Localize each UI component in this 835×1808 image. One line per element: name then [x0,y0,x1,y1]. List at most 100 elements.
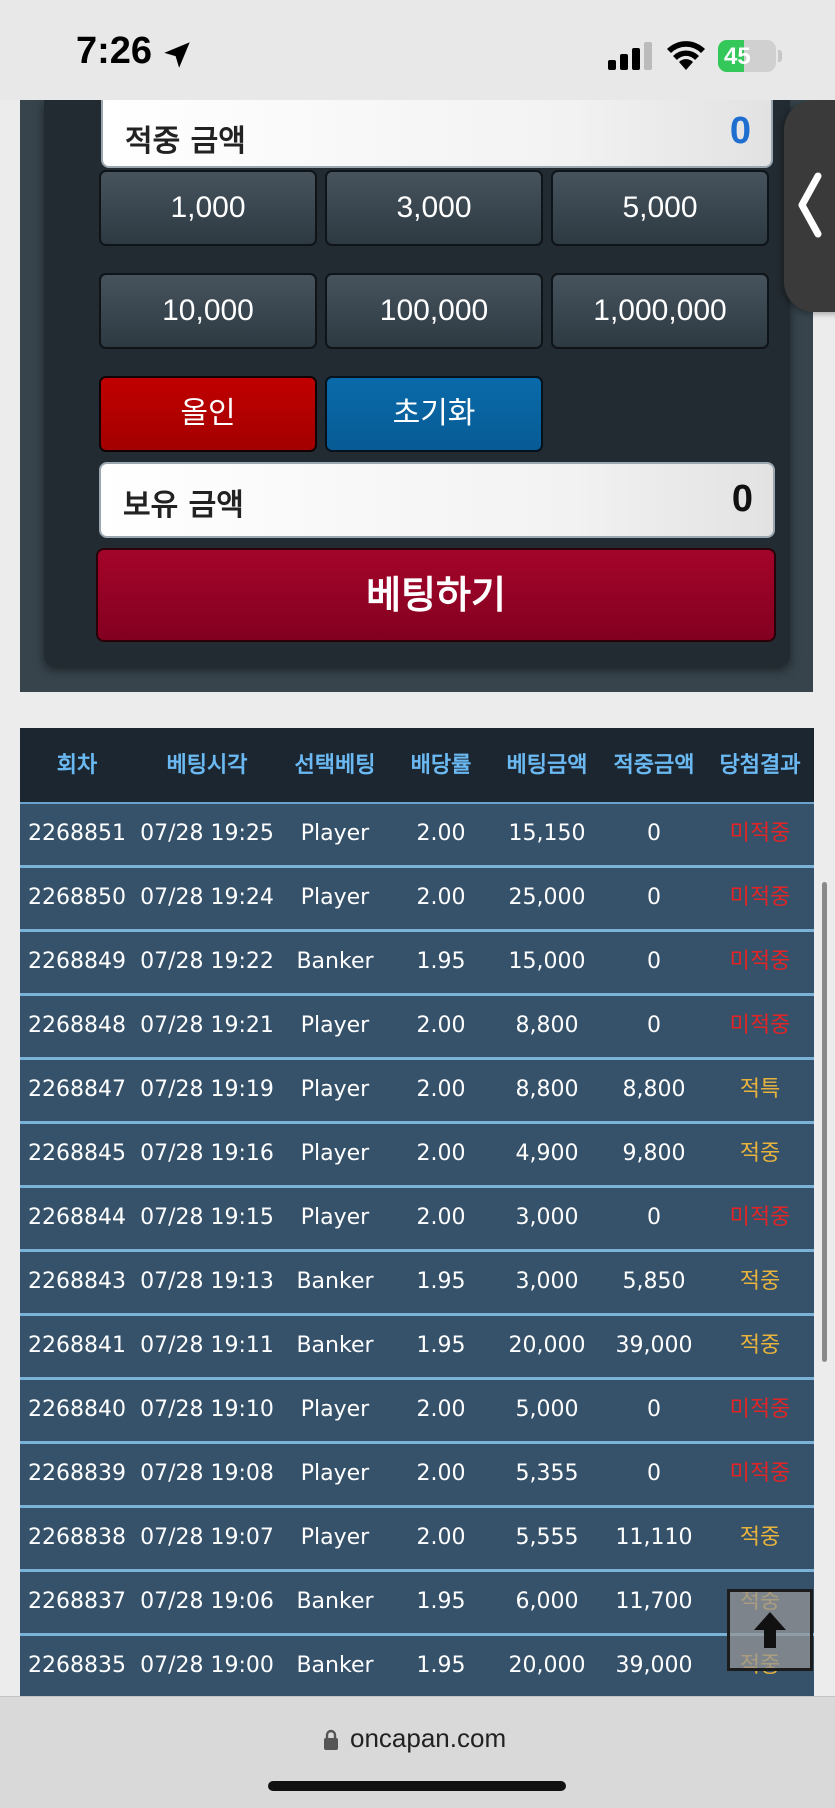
selection-cell: Banker [296,949,374,974]
bet-amount-cell: 6,000 [515,1589,579,1614]
chip-button-5000[interactable]: 5,000 [551,170,769,246]
odds-cell: 2.00 [416,1205,466,1230]
bet-time-cell: 07/28 19:22 [140,949,274,974]
balance-label: 보유 금액 [123,488,244,523]
round-cell: 2268844 [28,1205,126,1230]
selection-cell: Banker [296,1333,374,1358]
bet-time-cell: 07/28 19:21 [140,1013,274,1038]
table-row: 2268849 07/28 19:22 Banker 1.95 15,000 0 미적중 [20,932,814,996]
round-cell: 2268840 [28,1397,126,1422]
chip-button-3000[interactable]: 3,000 [325,170,543,246]
place-bet-button[interactable]: 베팅하기 [96,548,776,642]
result-cell: 미적중 [729,1013,791,1038]
selection-cell: Player [300,821,370,846]
bet-time-cell: 07/28 19:13 [140,1269,274,1294]
all-in-button[interactable]: 올인 [99,376,317,452]
header-result: 당첨결과 [719,753,801,778]
round-cell: 2268845 [28,1141,126,1166]
selection-cell: Banker [296,1589,374,1614]
cellular-signal-icon [608,42,652,70]
bet-amount-cell: 20,000 [508,1333,586,1358]
status-time: 7:26 [76,30,153,72]
result-cell: 미적중 [729,1397,791,1422]
table-row: 2268843 07/28 19:13 Banker 1.95 3,000 5,850 적중 [20,1252,814,1316]
result-cell: 적중 [739,1269,781,1294]
bet-amount-cell: 15,000 [508,949,586,974]
hit-amount-cell: 11,110 [615,1525,693,1550]
table-row: 226883707/28 19:06Banker1.956,00011,700적… [20,1572,814,1636]
hit-amount-cell: 0 [647,1013,661,1038]
hit-amount-cell: 11,700 [615,1589,693,1614]
round-cell: 2268848 [28,1013,126,1038]
odds-cell: 2.00 [416,1077,466,1102]
bet-amount-cell: 5,555 [515,1525,579,1550]
result-cell: 미적중 [729,1205,791,1230]
chip-button-1000[interactable]: 1,000 [99,170,317,246]
selection-cell: Player [300,1397,370,1422]
bet-time-cell: 07/28 19:11 [140,1333,274,1358]
bet-panel: 적중 금액 0 1,000 3,000 5,000 10,000 100,000… [44,100,790,666]
hit-amount-cell: 0 [647,1397,661,1422]
bet-time-cell: 07/28 19:24 [140,885,274,910]
table-body: 2268851 07/28 19:25 Player 2.00 15,150 0 미적중 22… [20,804,814,1696]
table-row: 2268841 07/28 19:11 Banker 1.95 20,000 39,000… [20,1316,814,1380]
round-cell: 2268850 [28,885,126,910]
result-cell: 적중 [739,1141,781,1166]
round-cell: 2268835 [28,1653,126,1678]
table-header: 회차 베팅시각 선택베팅 배당률 베팅금액 적중금액 당첨결과 [20,728,814,804]
selection-cell: Player [300,1461,370,1486]
header-bet-time: 베팅시각 [166,753,248,778]
scroll-to-top-button[interactable] [727,1589,813,1671]
hit-amount-cell: 39,000 [615,1333,693,1358]
bet-time-cell: 07/28 19:07 [140,1525,274,1550]
result-cell: 미적중 [729,821,791,846]
round-cell: 2268841 [28,1333,126,1358]
side-menu-tab[interactable] [784,100,835,312]
hit-amount-cell: 8,800 [622,1077,686,1102]
page-content: 적중 금액 0 1,000 3,000 5,000 10,000 100,000… [0,100,835,1696]
bet-history-table: 회차 베팅시각 선택베팅 배당률 베팅금액 적중금액 당첨결과 2268851 0… [20,728,814,1696]
bet-amount-cell: 5,355 [515,1461,579,1486]
status-bar: 7:26 45 [0,0,835,100]
chip-button-10000[interactable]: 10,000 [99,273,317,349]
odds-cell: 2.00 [416,1141,466,1166]
hit-amount-cell: 39,000 [615,1653,693,1678]
table-row: 2268844 07/28 19:15 Player 2.00 3,000 0 미적중 [20,1188,814,1252]
hit-amount-cell: 5,850 [622,1269,686,1294]
selection-cell: Player [300,1205,370,1230]
result-cell: 미적중 [729,885,791,910]
round-cell: 2268839 [28,1461,126,1486]
selection-cell: Player [300,1013,370,1038]
result-cell: 미적중 [729,1461,791,1486]
location-arrow-icon [164,42,190,68]
balance-box: 보유 금액 0 [99,462,775,538]
url-text[interactable]: oncapan.com [350,1723,506,1754]
scrollbar-thumb[interactable] [822,882,827,1362]
header-selection: 선택베팅 [294,753,376,778]
odds-cell: 2.00 [416,1013,466,1038]
battery-percent: 45 [724,43,751,70]
bet-amount-cell: 20,000 [508,1653,586,1678]
table-row: 2268848 07/28 19:21 Player 2.00 8,800 0 미적중 [20,996,814,1060]
header-hit-amount: 적중금액 [613,753,695,778]
hit-amount-box: 적중 금액 0 [101,100,773,168]
selection-cell: Player [300,1525,370,1550]
selection-cell: Player [300,885,370,910]
browser-bottom-bar: oncapan.com [0,1696,835,1808]
bet-amount-cell: 4,900 [515,1141,579,1166]
hit-amount-cell: 9,800 [622,1141,686,1166]
bet-amount-cell: 25,000 [508,885,586,910]
chip-button-100000[interactable]: 100,000 [325,273,543,349]
bet-amount-cell: 8,800 [515,1077,579,1102]
hit-amount-cell: 0 [647,821,661,846]
bet-amount-cell: 5,000 [515,1397,579,1422]
bet-amount-cell: 3,000 [515,1269,579,1294]
battery-nub [778,50,782,62]
round-cell: 2268851 [28,821,126,846]
bet-time-cell: 07/28 19:15 [140,1205,274,1230]
hit-amount-cell: 0 [647,1461,661,1486]
chip-button-1000000[interactable]: 1,000,000 [551,273,769,349]
selection-cell: Player [300,1141,370,1166]
reset-button[interactable]: 초기화 [325,376,543,452]
table-row: 2268840 07/28 19:10 Player 2.00 5,000 0 미적중 [20,1380,814,1444]
